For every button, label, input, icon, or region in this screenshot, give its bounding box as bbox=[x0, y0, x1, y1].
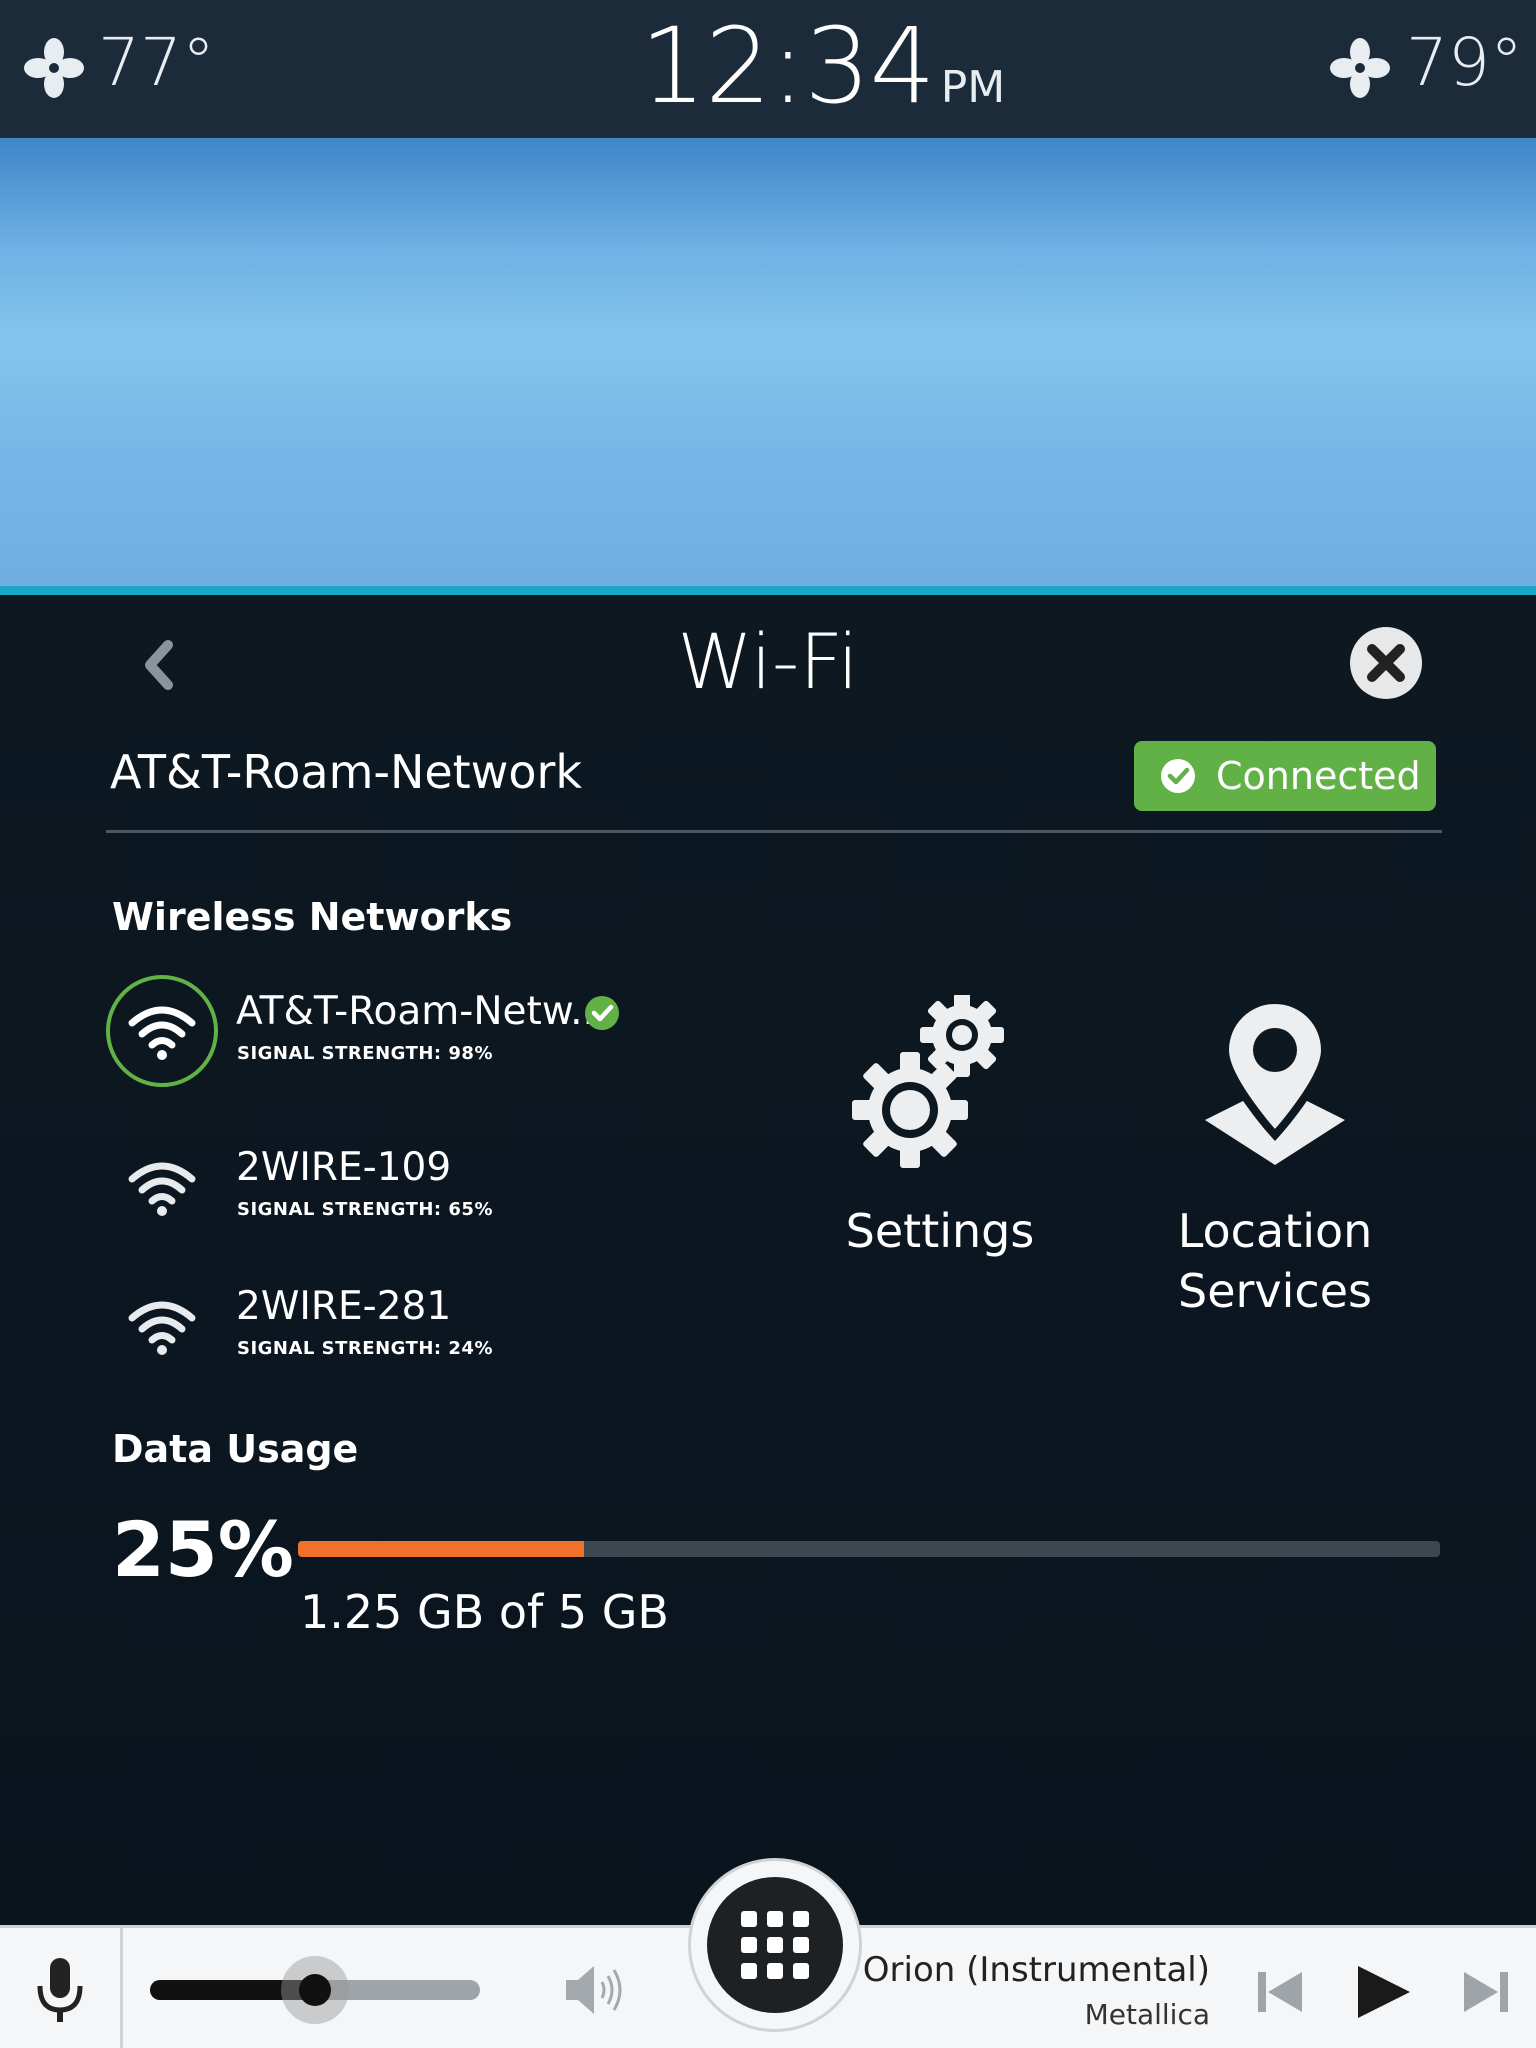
fan-icon[interactable] bbox=[24, 38, 84, 98]
right-temperature[interactable]: 79° bbox=[1406, 30, 1523, 96]
speaker-icon[interactable] bbox=[564, 1962, 628, 2018]
wifi-panel: Wi-Fi AT&T-Roam-Network Connected Wirele… bbox=[0, 595, 1536, 1925]
network-icon-active bbox=[106, 975, 218, 1087]
network-signal: SIGNAL STRENGTH: 98% bbox=[237, 1043, 493, 1064]
left-temperature[interactable]: 77° bbox=[98, 30, 215, 96]
divider bbox=[120, 1928, 123, 2048]
status-bar: 77° 12:34 PM 79° bbox=[0, 0, 1536, 138]
network-item[interactable]: 2WIRE-281 SIGNAL STRENGTH: 24% bbox=[106, 1270, 806, 1380]
location-label-line2: Services bbox=[1178, 1264, 1372, 1318]
track-title: Orion (Instrumental) bbox=[862, 1950, 1210, 1990]
divider bbox=[106, 830, 1442, 833]
play-icon[interactable] bbox=[1352, 1962, 1412, 2022]
slider-thumb[interactable] bbox=[281, 1956, 349, 2024]
network-icon bbox=[106, 1270, 218, 1382]
wifi-icon bbox=[128, 1006, 196, 1060]
network-item[interactable]: AT&T-Roam-Netw... SIGNAL STRENGTH: 98% bbox=[106, 975, 806, 1087]
data-usage-fill bbox=[298, 1541, 584, 1557]
wireless-networks-heading: Wireless Networks bbox=[112, 895, 513, 939]
current-network-name: AT&T-Roam-Network bbox=[110, 745, 583, 799]
skip-previous-icon[interactable] bbox=[1250, 1962, 1310, 2022]
app-grid-icon bbox=[741, 1911, 809, 1979]
connected-label: Connected bbox=[1216, 754, 1421, 798]
panel-top-edge bbox=[0, 586, 1536, 595]
clock: 12:34 PM bbox=[640, 14, 1005, 118]
network-name: 2WIRE-109 bbox=[236, 1145, 452, 1190]
data-usage-percent: 25% bbox=[112, 1505, 294, 1594]
location-services-tile[interactable]: Location Services bbox=[1140, 995, 1410, 1321]
network-name: AT&T-Roam-Netw... bbox=[236, 989, 608, 1034]
gears-icon bbox=[852, 995, 1004, 1168]
location-label-line1: Location bbox=[1177, 1204, 1373, 1258]
skip-next-icon[interactable] bbox=[1456, 1962, 1516, 2022]
check-circle-icon bbox=[585, 996, 619, 1030]
clock-ampm: PM bbox=[940, 62, 1006, 113]
clock-time: 12:34 bbox=[640, 5, 936, 127]
chevron-left-icon[interactable] bbox=[130, 635, 190, 695]
network-item[interactable]: 2WIRE-109 SIGNAL STRENGTH: 65% bbox=[106, 1131, 806, 1241]
check-circle-icon bbox=[1161, 759, 1195, 793]
fan-icon[interactable] bbox=[1330, 38, 1390, 98]
network-icon bbox=[106, 1131, 218, 1243]
settings-label: Settings bbox=[845, 1204, 1035, 1258]
data-usage-detail: 1.25 GB of 5 GB bbox=[300, 1585, 669, 1639]
home-button[interactable] bbox=[688, 1858, 862, 2032]
microphone-icon[interactable] bbox=[30, 1956, 90, 2026]
status-badge: Connected bbox=[1134, 741, 1436, 811]
close-circle-icon[interactable] bbox=[1348, 625, 1424, 701]
data-usage-bar bbox=[298, 1541, 1440, 1557]
wifi-icon bbox=[128, 1301, 196, 1355]
network-signal: SIGNAL STRENGTH: 24% bbox=[237, 1338, 493, 1359]
home-button-inner bbox=[707, 1877, 843, 2013]
network-name: 2WIRE-281 bbox=[236, 1284, 452, 1329]
page-title: Wi-Fi bbox=[677, 617, 859, 706]
data-usage-heading: Data Usage bbox=[112, 1427, 359, 1471]
map-pin-icon bbox=[1205, 996, 1345, 1165]
wifi-icon bbox=[128, 1162, 196, 1216]
volume-slider[interactable] bbox=[150, 1956, 480, 2024]
settings-tile[interactable]: Settings bbox=[830, 995, 1050, 1261]
track-artist: Metallica bbox=[1084, 1998, 1210, 2031]
network-signal: SIGNAL STRENGTH: 65% bbox=[237, 1199, 493, 1220]
sky-background bbox=[0, 138, 1536, 588]
